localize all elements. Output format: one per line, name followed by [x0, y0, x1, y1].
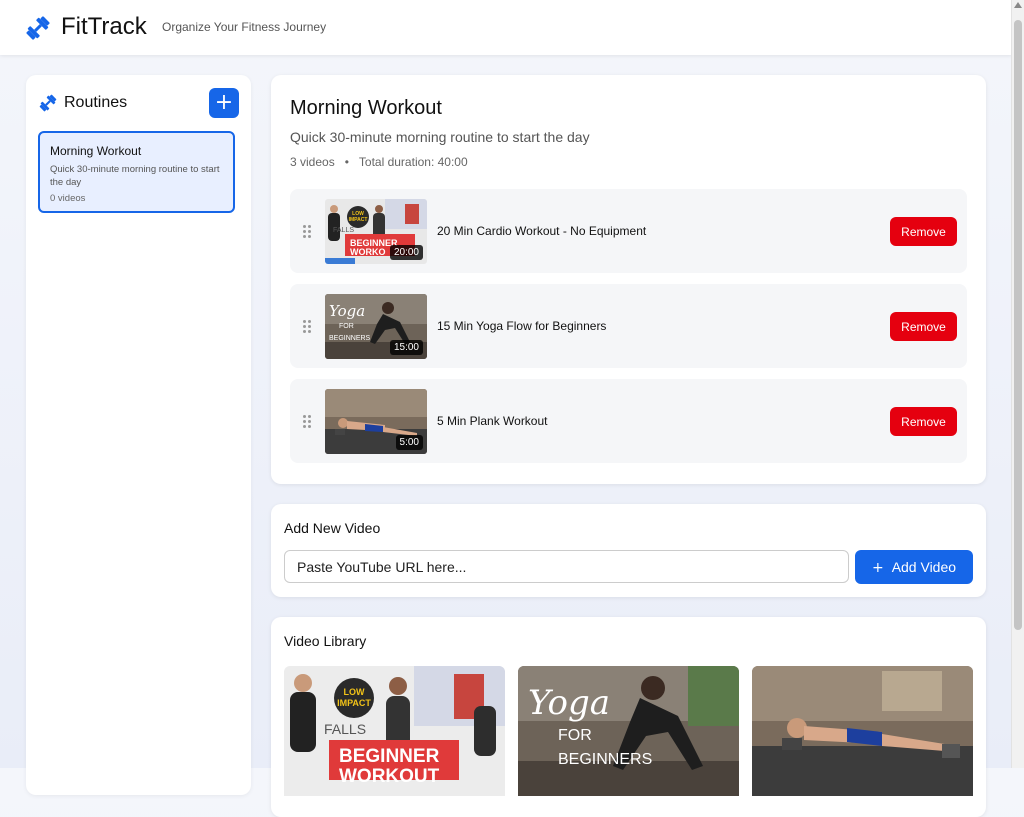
routine-video-count: 0 videos: [50, 193, 86, 204]
routine-description: Quick 30-minute morning routine to start…: [50, 164, 220, 188]
routines-sidebar: Routines + Morning Workout Quick 30-minu…: [26, 75, 251, 795]
svg-text:Yoga: Yoga: [528, 683, 610, 723]
svg-text:BEGINNERS: BEGINNERS: [558, 751, 652, 768]
video-duration: 5:00: [395, 435, 423, 450]
total-duration: Total duration: 40:00: [358, 155, 468, 169]
app-tagline: Organize Your Fitness Journey: [162, 20, 327, 34]
svg-text:FOR: FOR: [339, 323, 354, 330]
routine-title: Morning Workout: [290, 97, 442, 119]
add-video-title: Add New Video: [284, 520, 381, 536]
dumbbell-icon: [26, 16, 50, 40]
yoga-thumbnail-image: Yoga FOR BEGINNERS: [518, 666, 739, 796]
scroll-thumb[interactable]: [1014, 20, 1022, 630]
page-scrollbar[interactable]: [1011, 0, 1024, 768]
meta-separator: •: [344, 155, 349, 169]
remove-video-button[interactable]: Remove: [890, 407, 957, 436]
svg-text:FALLS: FALLS: [324, 721, 366, 737]
svg-text:BEGINNER: BEGINNER: [339, 746, 440, 767]
library-video-card[interactable]: [752, 666, 973, 796]
routine-video-item[interactable]: 5:00 5 Min Plank Workout Remove: [290, 379, 967, 463]
routine-video-item[interactable]: LOW IMPACT BEGINNER WORKO FALLS 20:00 20…: [290, 189, 967, 273]
youtube-url-input[interactable]: [284, 550, 849, 583]
video-count: 3 videos: [290, 155, 335, 169]
add-routine-button[interactable]: +: [209, 88, 239, 118]
drag-handle-icon[interactable]: [303, 415, 311, 428]
svg-text:BEGINNERS: BEGINNERS: [329, 335, 371, 342]
plank-thumbnail-image: [752, 666, 973, 796]
video-title: 5 Min Plank Workout: [437, 414, 548, 428]
routine-detail-panel: Morning Workout Quick 30-minute morning …: [271, 75, 986, 484]
drag-handle-icon[interactable]: [303, 320, 311, 333]
remove-video-button[interactable]: Remove: [890, 312, 957, 341]
svg-text:LOW: LOW: [344, 687, 365, 697]
svg-text:Yoga: Yoga: [329, 302, 365, 320]
video-title: 15 Min Yoga Flow for Beginners: [437, 319, 607, 333]
svg-text:IMPACT: IMPACT: [349, 217, 368, 223]
video-thumbnail: 5:00: [325, 389, 427, 454]
drag-handle-icon[interactable]: [303, 225, 311, 238]
app-title: FitTrack: [61, 13, 147, 40]
app-header: FitTrack Organize Your Fitness Journey: [0, 0, 1012, 55]
add-video-panel: Add New Video + Add Video: [271, 504, 986, 597]
svg-text:FOR: FOR: [558, 727, 592, 744]
add-video-button[interactable]: + Add Video: [855, 550, 973, 584]
routine-item-morning-workout[interactable]: Morning Workout Quick 30-minute morning …: [38, 131, 235, 213]
plus-icon: +: [871, 559, 884, 576]
video-title: 20 Min Cardio Workout - No Equipment: [437, 224, 647, 238]
video-library-panel: Video Library LOW IMPACT BEGINNER WORKOU…: [271, 617, 986, 817]
add-video-label: Add Video: [891, 558, 957, 575]
dumbbell-icon: [39, 94, 57, 112]
video-thumbnail: Yoga FOR BEGINNERS 15:00: [325, 294, 427, 359]
video-duration: 20:00: [389, 245, 423, 260]
library-video-card[interactable]: Yoga FOR BEGINNERS: [518, 666, 739, 796]
svg-text:WORKOUT: WORKOUT: [339, 766, 440, 787]
video-duration: 15:00: [389, 340, 423, 355]
routine-meta: 3 videos • Total duration: 40:00: [290, 155, 468, 169]
routine-name: Morning Workout: [50, 144, 142, 158]
cardio-thumbnail-image: LOW IMPACT BEGINNER WORKOUT FALLS: [284, 666, 505, 796]
routine-video-item[interactable]: Yoga FOR BEGINNERS 15:00 15 Min Yoga Flo…: [290, 284, 967, 368]
svg-text:WORKO: WORKO: [350, 247, 386, 257]
remove-video-button[interactable]: Remove: [890, 217, 957, 246]
svg-text:IMPACT: IMPACT: [337, 698, 371, 708]
routine-description: Quick 30-minute morning routine to start…: [290, 129, 590, 145]
library-title: Video Library: [284, 633, 367, 649]
sidebar-title: Routines: [64, 94, 128, 111]
svg-text:FALLS: FALLS: [333, 227, 354, 234]
scroll-up-icon[interactable]: [1014, 2, 1022, 8]
video-thumbnail: LOW IMPACT BEGINNER WORKO FALLS 20:00: [325, 199, 427, 264]
library-video-card[interactable]: LOW IMPACT BEGINNER WORKOUT FALLS: [284, 666, 505, 796]
